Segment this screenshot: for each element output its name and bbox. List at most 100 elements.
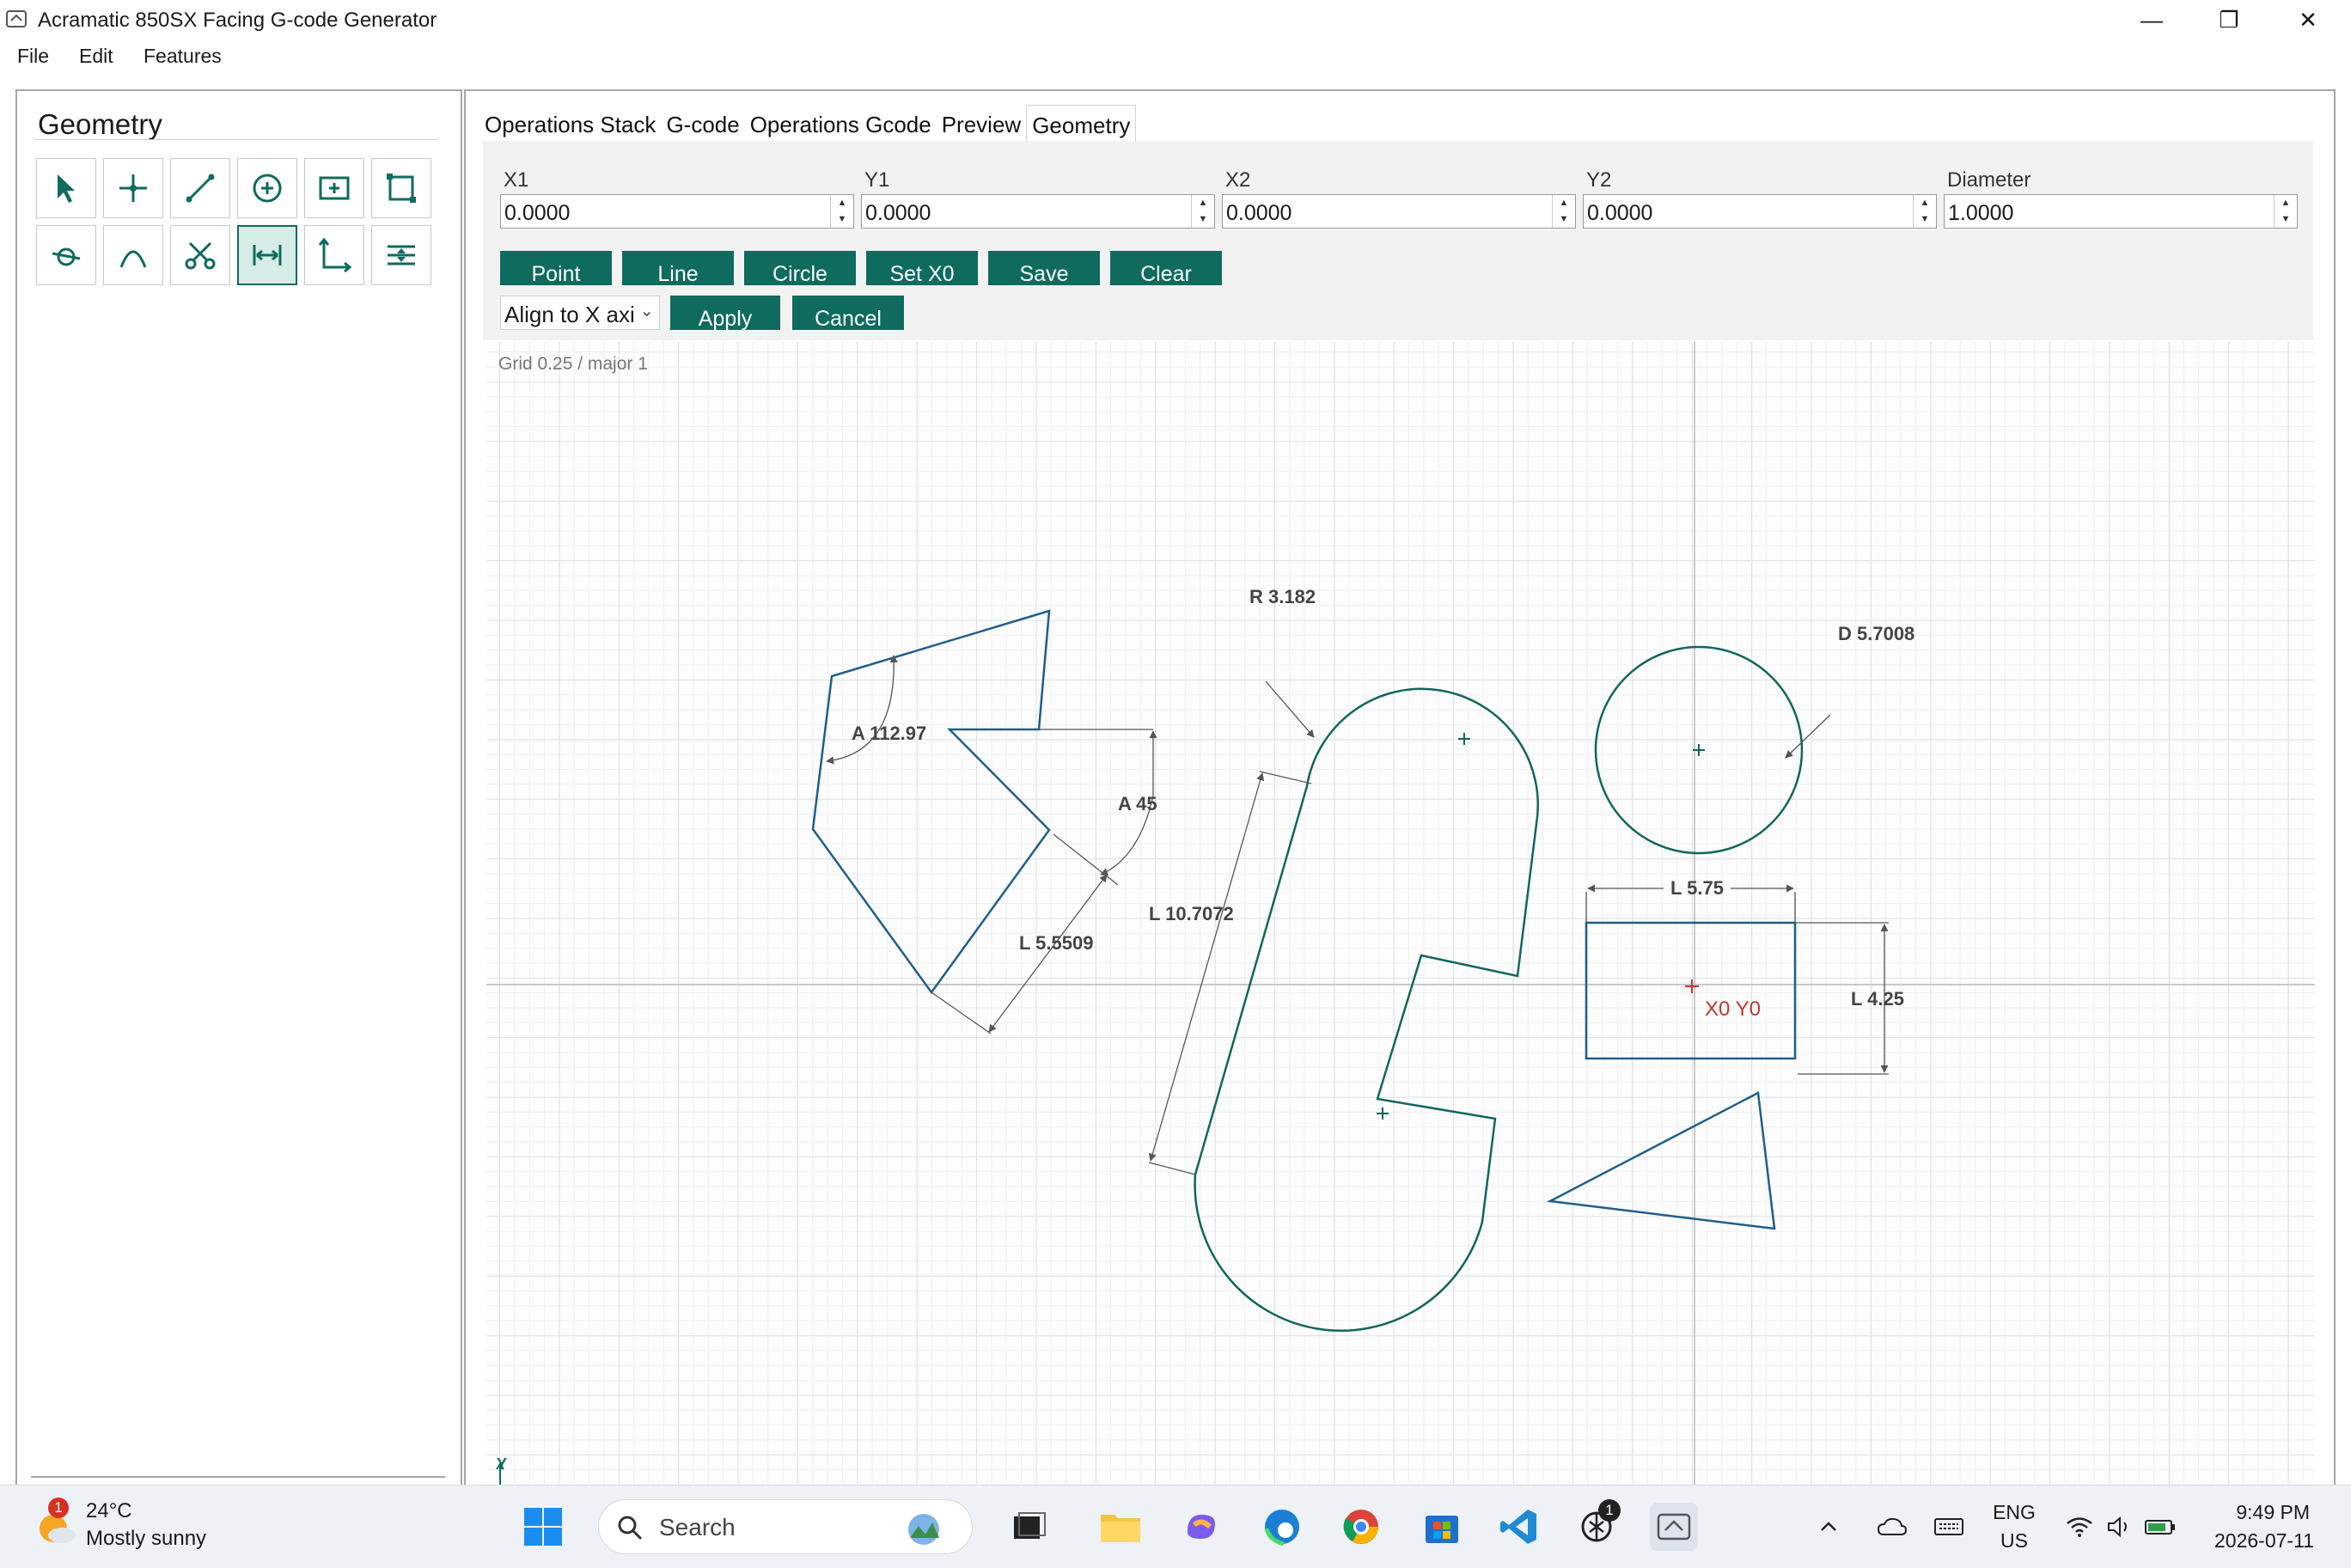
task-view-button[interactable] [1005,1503,1053,1551]
tool-rectangle[interactable] [304,158,364,218]
chevron-down-icon: ⌄ [639,302,654,320]
start-button[interactable] [519,1503,567,1551]
taskbar-search[interactable]: Search [598,1499,973,1554]
acramatic-app-button[interactable] [1650,1503,1698,1551]
panel-title: Geometry [38,108,162,140]
rectangle-icon [319,176,350,200]
spin-up-icon[interactable]: ▲ [1192,195,1214,211]
spin-up-icon[interactable]: ▲ [1553,195,1575,211]
keyboard-icon[interactable] [1930,1503,1968,1551]
clock[interactable]: 9:49 PM 2026-07-11 [2200,1501,2329,1553]
x1-spinner[interactable]: ▲ ▼ [830,195,853,228]
tool-align[interactable] [371,225,431,285]
align-dropdown[interactable]: Align to X axis ⌄ [500,296,660,330]
diameter-input[interactable]: 1.0000 ▲ ▼ [1944,194,2298,229]
spin-down-icon[interactable]: ▼ [1192,211,1214,228]
y1-input[interactable]: 0.0000 ▲ ▼ [861,194,1215,229]
slot-shape[interactable] [1194,687,1540,1332]
close-button[interactable]: ✕ [2269,0,2348,40]
tool-trim[interactable] [170,225,230,285]
polygon-shape[interactable] [811,609,1051,995]
tool-select[interactable] [36,158,96,218]
tab-gcode[interactable]: G-code [661,105,744,141]
tab-geometry[interactable]: Geometry [1026,105,1137,142]
tab-preview[interactable]: Preview [937,105,1026,141]
clock-time: 9:49 PM [2236,1501,2310,1523]
tool-axis[interactable] [304,225,364,285]
wifi-icon[interactable] [2062,1503,2097,1551]
apply-button[interactable]: Apply [670,296,780,331]
volume-icon[interactable] [2102,1503,2136,1551]
geometry-canvas[interactable]: Grid 0.25 / major 1 R 3.182 D 5.7008 A 1… [486,342,2315,1486]
store-button[interactable] [1418,1503,1466,1551]
scissors-icon [185,241,216,270]
language-indicator[interactable]: ENG US [1990,1501,2038,1553]
tool-arc[interactable] [103,225,163,285]
spin-down-icon[interactable]: ▼ [1553,211,1575,228]
copilot-button[interactable] [1177,1503,1225,1551]
spin-down-icon[interactable]: ▼ [2275,211,2297,228]
spin-up-icon[interactable]: ▲ [1914,195,1936,211]
menu-file[interactable]: File [17,45,49,68]
set-x0-button[interactable]: Set X0 [866,251,978,286]
taskbar: 1 24°C Mostly sunny Search 1 ENG US 9:49… [0,1485,2351,1568]
point-button[interactable]: Point [500,251,612,286]
diameter-value: 1.0000 [1948,201,2014,225]
menu-bar: File Edit Features [0,41,2351,72]
file-explorer-button[interactable] [1096,1503,1145,1551]
tab-operations-gcode[interactable]: Operations Gcode [745,105,937,141]
chatgpt-button[interactable]: 1 [1572,1499,1621,1551]
save-button[interactable]: Save [988,251,1100,286]
search-placeholder: Search [659,1514,736,1541]
tool-square[interactable] [371,158,431,218]
battery-icon[interactable] [2141,1503,2179,1551]
diameter-spinner[interactable]: ▲ ▼ [2274,195,2297,228]
onedrive-icon[interactable] [1873,1503,1911,1551]
cancel-button[interactable]: Cancel [792,296,904,331]
chrome-button[interactable] [1337,1503,1385,1551]
y2-input[interactable]: 0.0000 ▲ ▼ [1583,194,1937,229]
angle-arc-1 [826,655,898,765]
vscode-button[interactable] [1495,1503,1543,1551]
clear-button[interactable]: Clear [1110,251,1222,286]
weather-badge: 1 [48,1498,69,1518]
diameter-leader [1785,714,1831,759]
clock-date: 2026-07-11 [2214,1529,2314,1552]
edge-button[interactable] [1258,1503,1306,1551]
x2-input[interactable]: 0.0000 ▲ ▼ [1222,194,1576,229]
windows-logo-icon [524,1508,562,1546]
tray-chevron-up-icon[interactable] [1815,1503,1842,1551]
tool-circle[interactable] [237,158,297,218]
minimize-button[interactable]: — [2112,0,2191,40]
main-panel: Operations Stack G-code Operations Gcode… [464,89,2336,1488]
y-axis-indicator-label: Y [497,1455,507,1473]
app-icon [6,10,27,27]
region-code: US [2000,1529,2028,1552]
menu-features[interactable]: Features [144,45,222,68]
x1-input[interactable]: 0.0000 ▲ ▼ [500,194,854,229]
tool-tangent[interactable] [36,225,96,285]
point-icon [119,174,147,202]
select-arrow-icon [58,174,75,203]
circle-button[interactable]: Circle [744,251,856,286]
spin-down-icon[interactable]: ▼ [1914,211,1936,228]
spin-up-icon[interactable]: ▲ [831,195,853,211]
tool-dimension[interactable] [237,225,297,285]
spin-up-icon[interactable]: ▲ [2275,195,2297,211]
y2-spinner[interactable]: ▲ ▼ [1913,195,1936,228]
line-button[interactable]: Line [622,251,734,286]
search-icon [618,1516,643,1541]
triangle-shape[interactable] [1546,1091,1776,1230]
arc-icon [119,250,147,268]
copilot-icon [1188,1515,1215,1539]
y1-spinner[interactable]: ▲ ▼ [1191,195,1214,228]
x2-spinner[interactable]: ▲ ▼ [1552,195,1575,228]
tab-operations-stack[interactable]: Operations Stack [479,105,661,141]
maximize-button[interactable]: ❐ [2189,0,2269,40]
tool-line[interactable] [170,158,230,218]
geometry-tools-panel: Geometry [15,89,462,1488]
rectangle-shape[interactable] [1585,921,1797,1060]
tool-point[interactable] [103,158,163,218]
menu-edit[interactable]: Edit [79,45,113,68]
spin-down-icon[interactable]: ▼ [831,211,853,228]
